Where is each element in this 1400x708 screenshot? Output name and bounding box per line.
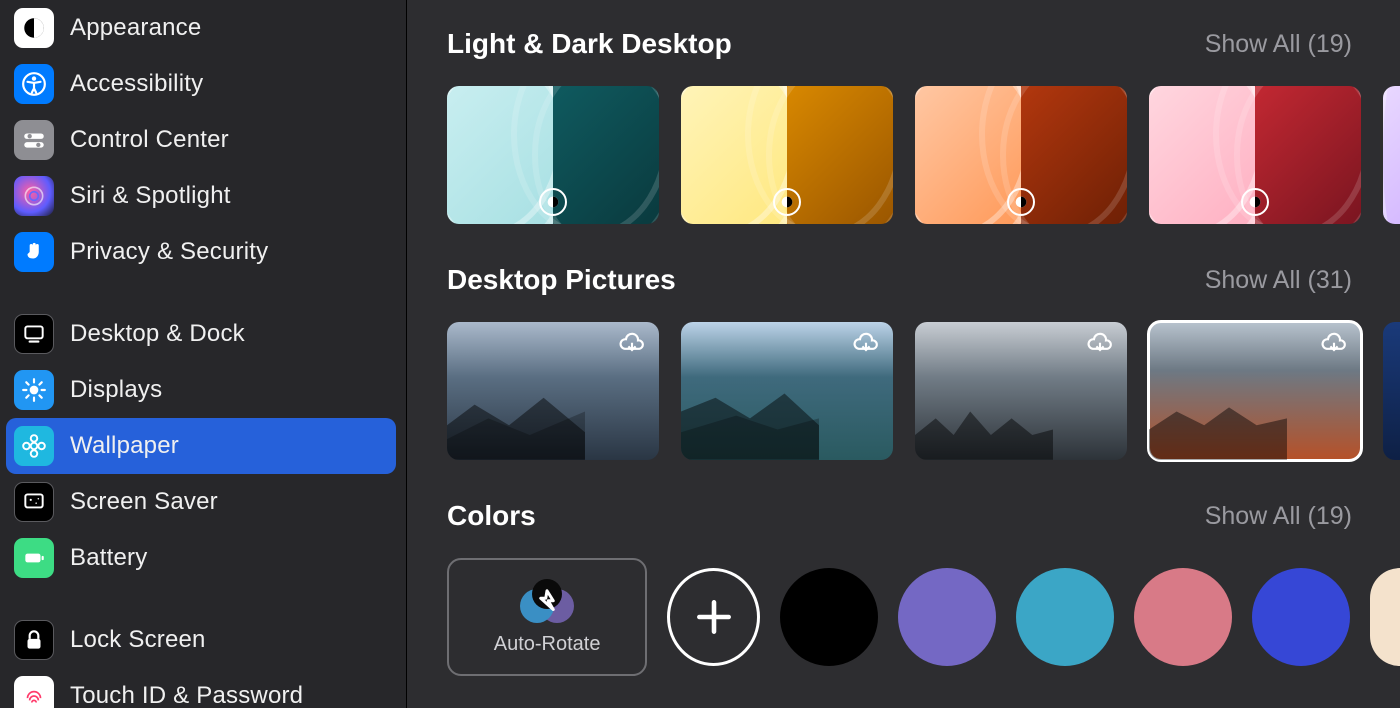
screensaver-icon [14, 482, 54, 522]
wallpaper-picture-night[interactable] [1383, 322, 1400, 460]
section-title: Light & Dark Desktop [447, 28, 732, 60]
sidebar-item-label: Appearance [70, 14, 201, 42]
desktop-icon [14, 314, 54, 354]
lightdark-row [447, 86, 1400, 224]
wallpaper-lightdark-purple[interactable] [1383, 86, 1400, 224]
show-all-pictures[interactable]: Show All (31) [1205, 266, 1352, 295]
section-title: Colors [447, 500, 536, 532]
sidebar-item-label: Touch ID & Password [70, 682, 303, 708]
wallpaper-lightdark-orange[interactable] [915, 86, 1127, 224]
sidebar-item-label: Control Center [70, 126, 229, 154]
sidebar-item-label: Lock Screen [70, 626, 206, 654]
wallpaper-lightdark-red[interactable] [1149, 86, 1361, 224]
color-swatch-purple[interactable] [898, 568, 996, 666]
sidebar-item-desktop-dock[interactable]: Desktop & Dock [6, 306, 396, 362]
sidebar-item-accessibility[interactable]: Accessibility [6, 56, 396, 112]
download-icon [1085, 332, 1115, 356]
appearance-icon [14, 8, 54, 48]
section-title: Desktop Pictures [447, 264, 676, 296]
siri-icon [14, 176, 54, 216]
download-icon [617, 332, 647, 356]
sidebar-item-control-center[interactable]: Control Center [6, 112, 396, 168]
section-header: Colors Show All (19) [447, 500, 1400, 532]
wallpaper-picture-coast-aerial[interactable] [681, 322, 893, 460]
show-all-lightdark[interactable]: Show All (19) [1205, 30, 1352, 59]
auto-rotate-icon [517, 579, 577, 625]
sidebar-item-screen-saver[interactable]: Screen Saver [6, 474, 396, 530]
add-color-button[interactable] [667, 568, 760, 666]
wallpaper-pane: Light & Dark Desktop Show All (19) [407, 0, 1400, 708]
show-all-colors[interactable]: Show All (19) [1205, 502, 1352, 531]
contrast-icon [1241, 188, 1269, 216]
flower-icon [14, 426, 54, 466]
lock-icon [14, 620, 54, 660]
sidebar-spacer [6, 586, 396, 612]
sidebar-item-label: Wallpaper [70, 432, 179, 460]
auto-rotate-label: Auto-Rotate [494, 633, 601, 656]
color-swatch-black[interactable] [780, 568, 878, 666]
sidebar-item-appearance[interactable]: Appearance [6, 0, 396, 56]
color-swatch-rose[interactable] [1134, 568, 1232, 666]
colors-row: Auto-Rotate [447, 558, 1400, 676]
color-swatch-blue[interactable] [1252, 568, 1350, 666]
download-icon [851, 332, 881, 356]
section-desktop-pictures: Desktop Pictures Show All (31) [447, 264, 1400, 460]
wallpaper-picture-coast-day[interactable] [1149, 322, 1361, 460]
hand-icon [14, 232, 54, 272]
section-header: Light & Dark Desktop Show All (19) [447, 28, 1400, 60]
contrast-icon [539, 188, 567, 216]
wallpaper-lightdark-teal[interactable] [447, 86, 659, 224]
sidebar-item-label: Screen Saver [70, 488, 218, 516]
auto-rotate-button[interactable]: Auto-Rotate [447, 558, 647, 676]
battery-icon [14, 538, 54, 578]
sidebar-item-label: Desktop & Dock [70, 320, 245, 348]
pictures-row [447, 322, 1400, 460]
sidebar-item-displays[interactable]: Displays [6, 362, 396, 418]
sidebar-item-touch-id[interactable]: Touch ID & Password [6, 668, 396, 708]
sidebar-item-lock-screen[interactable]: Lock Screen [6, 612, 396, 668]
wallpaper-picture-mountains-hazy[interactable] [447, 322, 659, 460]
section-lightdark: Light & Dark Desktop Show All (19) [447, 28, 1400, 224]
section-header: Desktop Pictures Show All (31) [447, 264, 1400, 296]
contrast-icon [1007, 188, 1035, 216]
sun-icon [14, 370, 54, 410]
sidebar-item-label: Battery [70, 544, 147, 572]
sidebar-item-siri-spotlight[interactable]: Siri & Spotlight [6, 168, 396, 224]
touchid-icon [14, 676, 54, 708]
sidebar-item-privacy-security[interactable]: Privacy & Security [6, 224, 396, 280]
download-icon [1319, 332, 1349, 356]
control-center-icon [14, 120, 54, 160]
sidebar-item-wallpaper[interactable]: Wallpaper [6, 418, 396, 474]
sidebar-item-label: Privacy & Security [70, 238, 268, 266]
contrast-icon [773, 188, 801, 216]
wallpaper-lightdark-yellow[interactable] [681, 86, 893, 224]
accessibility-icon [14, 64, 54, 104]
sidebar-item-battery[interactable]: Battery [6, 530, 396, 586]
sidebar-item-label: Accessibility [70, 70, 203, 98]
sidebar-item-label: Displays [70, 376, 162, 404]
sidebar-list: Appearance Accessibility Control Center … [6, 0, 396, 708]
sidebar: Appearance Accessibility Control Center … [0, 0, 407, 708]
color-swatch-peach[interactable] [1370, 568, 1400, 666]
sidebar-item-label: Siri & Spotlight [70, 182, 231, 210]
section-colors: Colors Show All (19) Auto-Rotate [447, 500, 1400, 676]
sidebar-spacer [6, 280, 396, 306]
color-swatch-teal[interactable] [1016, 568, 1114, 666]
wallpaper-picture-sea-stacks-dusk[interactable] [915, 322, 1127, 460]
